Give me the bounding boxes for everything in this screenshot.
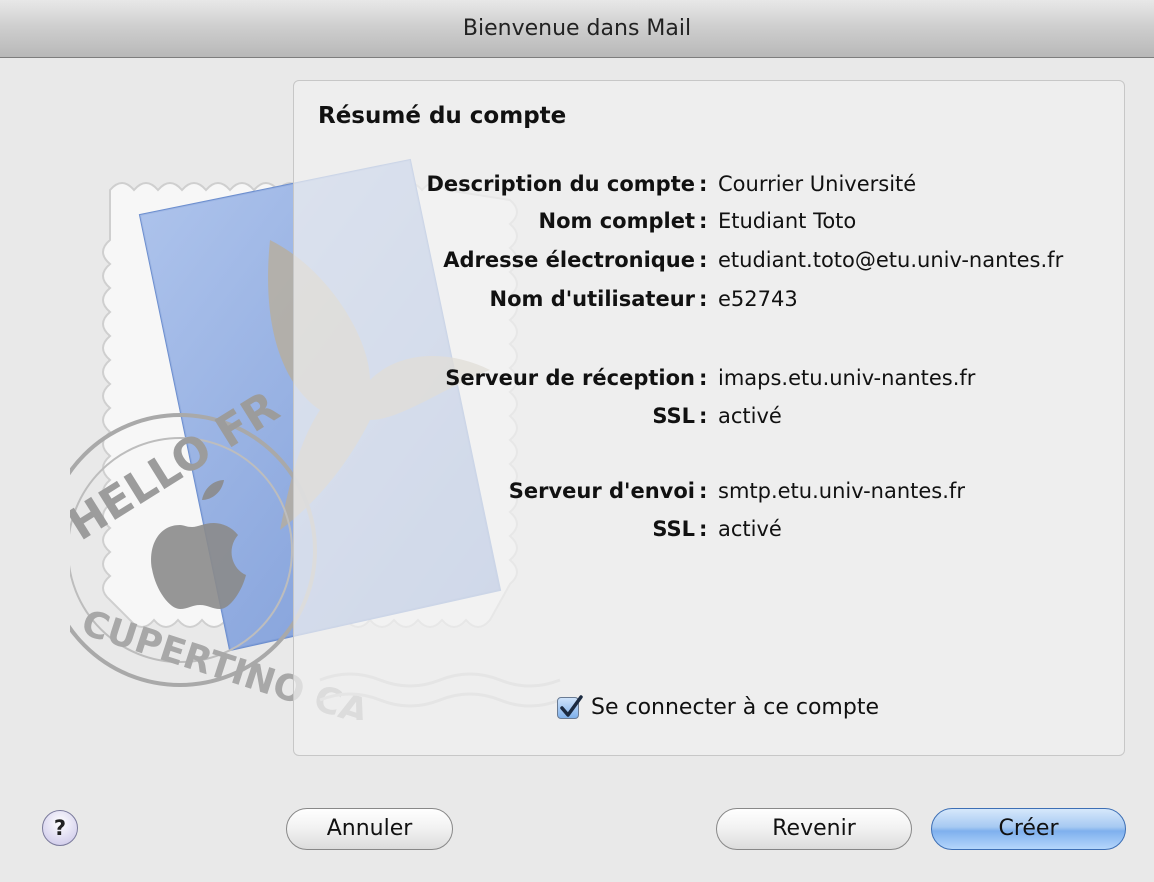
- outgoing-server-value: smtp.etu.univ-nantes.fr: [718, 479, 965, 503]
- colon: :: [699, 366, 708, 390]
- incoming-ssl-label: SSL: [652, 404, 695, 428]
- colon: :: [699, 209, 708, 233]
- colon: :: [699, 404, 708, 428]
- description-label: Description du compte: [426, 172, 696, 196]
- question-mark-icon: ?: [53, 816, 67, 840]
- full-name-label: Nom complet: [538, 209, 695, 233]
- row-email: Adresse électronique : etudiant.toto@etu…: [293, 248, 1154, 282]
- row-full-name: Nom complet : Etudiant Toto: [293, 209, 1154, 243]
- full-name-value: Etudiant Toto: [718, 209, 857, 233]
- outgoing-ssl-label: SSL: [652, 517, 695, 541]
- colon: :: [699, 248, 708, 272]
- back-button[interactable]: Revenir: [716, 808, 912, 850]
- connect-account-checkbox[interactable]: [557, 695, 583, 719]
- cancel-button-label: Annuler: [326, 816, 413, 841]
- mail-welcome-window: Bienvenue dans Mail HELLO FR CUPERTINO C…: [0, 0, 1154, 882]
- help-button[interactable]: ?: [42, 810, 78, 846]
- cancel-button[interactable]: Annuler: [286, 808, 453, 850]
- checkmark-icon: [560, 695, 583, 717]
- colon: :: [699, 172, 708, 196]
- row-description: Description du compte : Courrier Univers…: [293, 172, 1154, 206]
- username-value: e52743: [718, 287, 798, 311]
- incoming-ssl-value: activé: [718, 404, 782, 428]
- outgoing-server-label: Serveur d'envoi: [508, 479, 695, 503]
- outgoing-ssl-value: activé: [718, 517, 782, 541]
- connect-account-label[interactable]: Se connecter à ce compte: [591, 695, 879, 720]
- window-title: Bienvenue dans Mail: [462, 16, 692, 41]
- row-outgoing-ssl: SSL : activé: [293, 517, 1154, 551]
- email-label: Adresse électronique: [443, 248, 695, 272]
- incoming-server-label: Serveur de réception: [445, 366, 695, 390]
- colon: :: [699, 479, 708, 503]
- title-bar[interactable]: Bienvenue dans Mail: [0, 0, 1154, 58]
- summary-heading: Résumé du compte: [318, 103, 567, 129]
- row-incoming-ssl: SSL : activé: [293, 404, 1154, 438]
- row-incoming-server: Serveur de réception : imaps.etu.univ-na…: [293, 366, 1154, 400]
- create-button[interactable]: Créer: [931, 808, 1126, 850]
- description-value: Courrier Université: [718, 172, 917, 196]
- incoming-server-value: imaps.etu.univ-nantes.fr: [718, 366, 976, 390]
- back-button-label: Revenir: [772, 816, 856, 841]
- row-outgoing-server: Serveur d'envoi : smtp.etu.univ-nantes.f…: [293, 479, 1154, 513]
- create-button-label: Créer: [998, 816, 1059, 841]
- colon: :: [699, 517, 708, 541]
- row-username: Nom d'utilisateur : e52743: [293, 287, 1154, 321]
- email-value: etudiant.toto@etu.univ-nantes.fr: [718, 248, 1064, 272]
- username-label: Nom d'utilisateur: [489, 287, 696, 311]
- colon: :: [699, 287, 708, 311]
